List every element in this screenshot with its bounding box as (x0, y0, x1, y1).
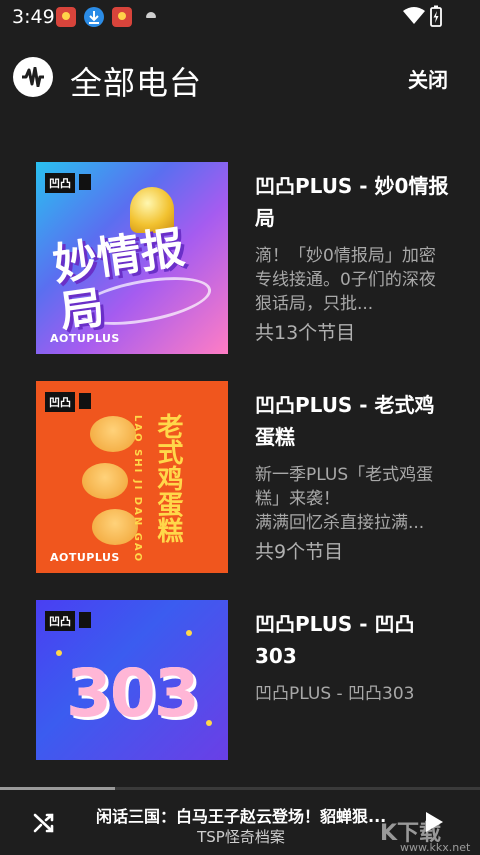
station-name[interactable]: 凹凸PLUS - 妙0情报局 (255, 170, 450, 234)
watermark-url: www.kkx.net (400, 841, 471, 854)
sparkle-decoration (186, 630, 192, 636)
app-notification-icon (56, 7, 76, 27)
station-item[interactable]: 凹凸 LAO SHI JI DAN GAO 老式鸡蛋糕 AOTUPLUS 凹凸P… (0, 339, 480, 573)
cover-brand: 凹凸 (45, 173, 75, 193)
sparkle-decoration (56, 650, 62, 656)
android-icon (146, 12, 156, 18)
shuffle-icon[interactable] (32, 811, 56, 835)
download-icon (84, 7, 104, 27)
playback-progress[interactable] (0, 787, 480, 790)
status-time: 3:49 (12, 6, 55, 28)
wifi-icon (403, 7, 425, 24)
close-button[interactable]: 关闭 (408, 64, 448, 93)
sparkle-decoration (206, 720, 212, 726)
mini-player[interactable]: 闲话三国：白马王子赵云登场！貂蝉狠... TSP怪奇档案 K下载 www.kkx… (0, 787, 480, 855)
page-title: 全部电台 (70, 64, 203, 102)
station-description: 滴！「妙0情报局」加密专线接通。0子们的深夜狠话局，只批... (255, 246, 436, 314)
cover-art-text: 妙情报局 (49, 222, 188, 339)
station-cover[interactable]: 凹凸 妙情报局 AOTUPLUS (36, 162, 228, 354)
waveform-icon (13, 57, 53, 97)
cover-brand-tag (79, 612, 91, 628)
cover-brand: 凹凸 (45, 611, 75, 631)
cover-brand-tag (79, 174, 91, 190)
playback-progress-fill (0, 787, 116, 790)
station-name[interactable]: 凹凸PLUS - 老式鸡蛋糕 (255, 389, 450, 453)
battery-charging-icon (430, 5, 442, 27)
cover-art-subtext: LAO SHI JI DAN GAO (132, 415, 143, 564)
station-description: 凹凸PLUS - 凹凸303 (255, 684, 415, 704)
station-cover[interactable]: 凹凸 LAO SHI JI DAN GAO 老式鸡蛋糕 AOTUPLUS (36, 381, 228, 573)
cover-brand: 凹凸 (45, 392, 75, 412)
cover-art-text: 老式鸡蛋糕 (153, 413, 183, 543)
station-cover[interactable]: 凹凸 303 (36, 600, 228, 760)
track-artist: TSP怪奇档案 (197, 828, 285, 846)
app-bar: 全部电台 关闭 (0, 34, 480, 120)
station-item[interactable]: 凹凸 妙情报局 AOTUPLUS 凹凸PLUS - 妙0情报局 滴！「妙0情报局… (0, 120, 480, 354)
station-item[interactable]: 凹凸 303 凹凸PLUS - 凹凸303 凹凸PLUS - 凹凸303 (0, 558, 480, 760)
cover-art-text: 303 (66, 655, 200, 732)
cover-brand-tag (79, 393, 91, 409)
station-list[interactable]: 凹凸 妙情报局 AOTUPLUS 凹凸PLUS - 妙0情报局 滴！「妙0情报局… (0, 120, 480, 785)
egg-cake-icon (82, 463, 128, 499)
station-description: 新一季PLUS「老式鸡蛋糕」来袭！ 满满回忆杀直接拉满... (255, 465, 434, 533)
status-bar: 3:49 (0, 0, 480, 34)
track-title[interactable]: 闲话三国：白马王子赵云登场！貂蝉狠... (96, 803, 386, 827)
app-notification-icon (112, 7, 132, 27)
egg-cake-icon (90, 416, 136, 452)
play-icon[interactable] (420, 809, 446, 835)
station-name[interactable]: 凹凸PLUS - 凹凸303 (255, 608, 450, 672)
